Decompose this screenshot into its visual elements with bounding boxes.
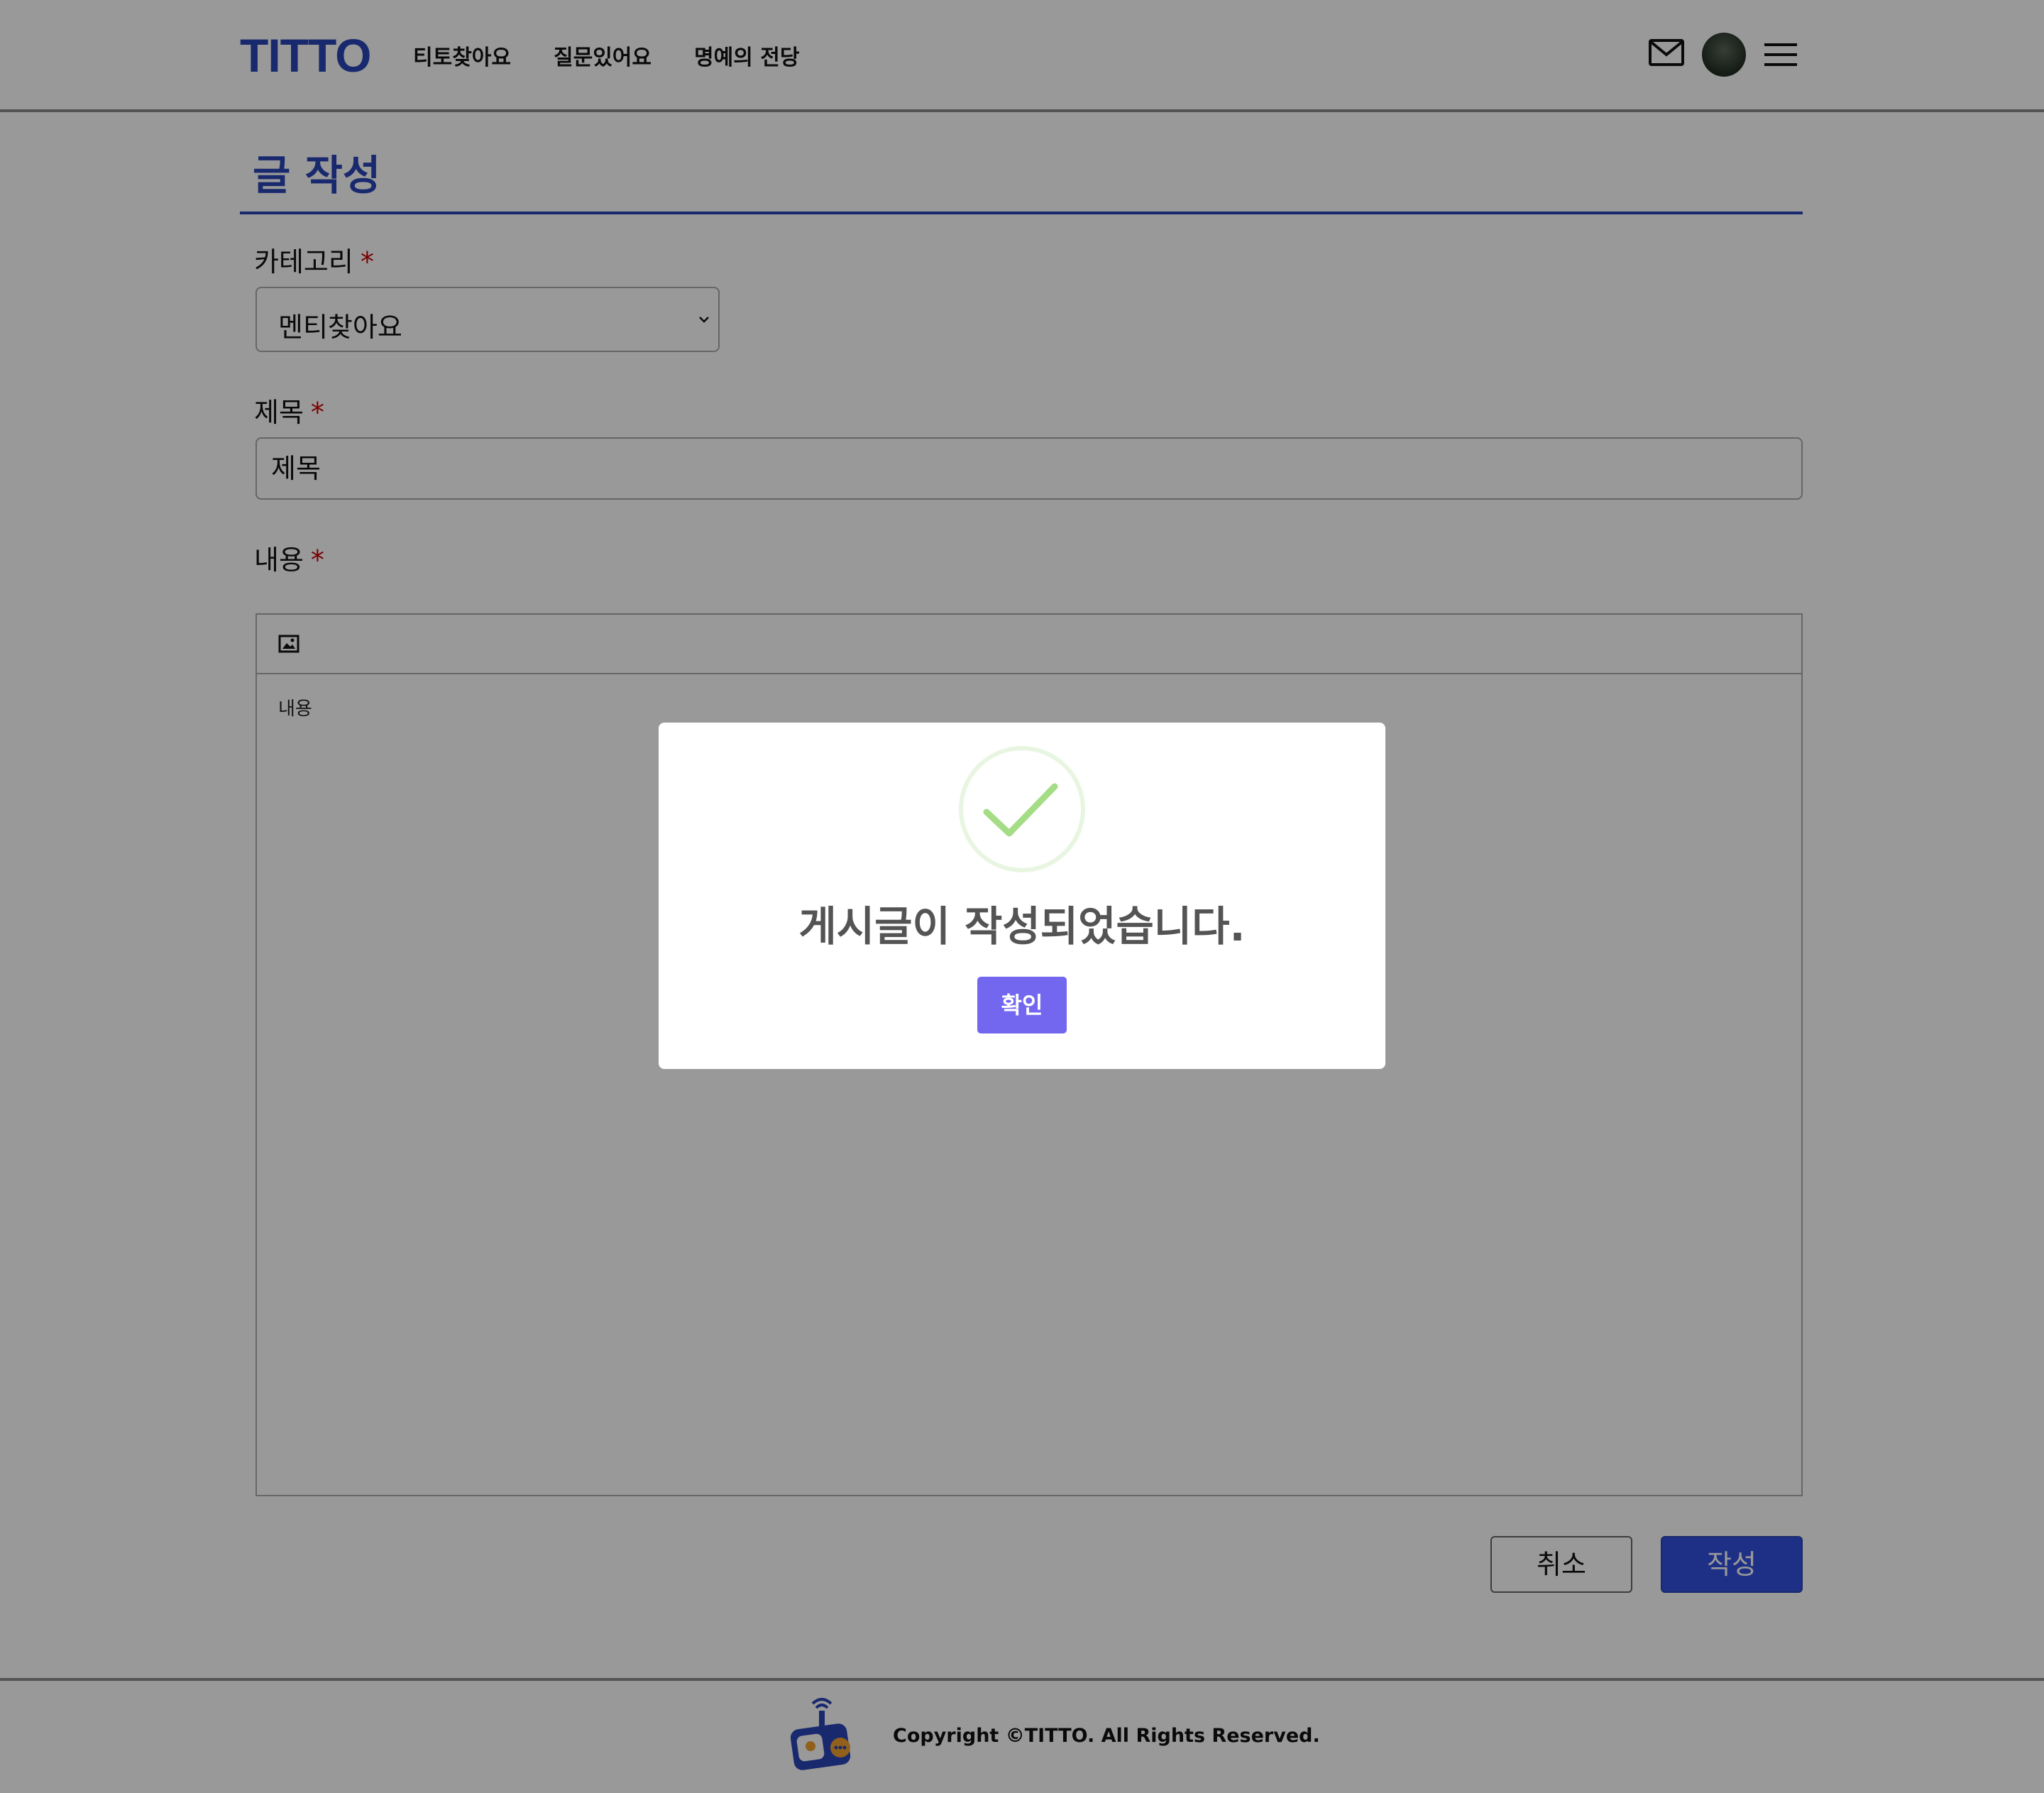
confirm-button[interactable]: 확인 bbox=[977, 977, 1067, 1033]
success-check-icon bbox=[959, 746, 1085, 872]
success-modal: 게시글이 작성되었습니다. 확인 bbox=[659, 723, 1385, 1069]
modal-message: 게시글이 작성되었습니다. bbox=[798, 902, 1246, 950]
